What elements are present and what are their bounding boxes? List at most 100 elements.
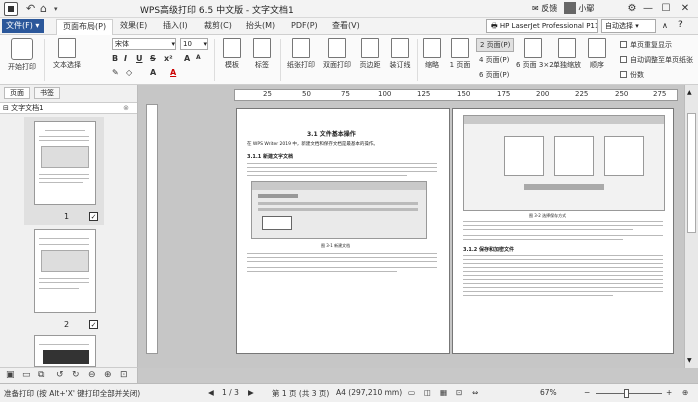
sidebar-toolbar: ▣ ▭ ⧉ ↺ ↻ ⊖ ⊕ ⊡ [0,367,138,383]
zoom-in-icon[interactable]: ⊕ [104,370,112,380]
ruler-label: 125 [417,90,431,98]
tab-crop[interactable]: 裁剪(C) [198,19,238,35]
view-split-icon[interactable]: ◫ [424,388,431,397]
quick-access-dropdown-icon[interactable]: ▾ [54,5,58,13]
page-thumbnail-3[interactable] [34,335,96,367]
paper-print-icon [292,38,310,58]
tab-insert[interactable]: 插入(I) [157,19,194,35]
layout-6-pages-3x2[interactable]: 6 页面 3×2 [516,38,554,70]
zoom-minus-icon[interactable]: − [584,388,590,397]
select-all-icon[interactable]: ▣ [6,370,15,380]
duplex-print-button[interactable]: 双面打印 [320,38,354,70]
close-button[interactable]: ✕ [677,1,693,16]
fit-page-icon[interactable]: ⊡ [120,370,128,380]
scroll-down-icon[interactable]: ▼ [687,357,692,364]
tab-view[interactable]: 查看(V) [326,19,366,35]
font-color-button[interactable]: A [170,68,176,77]
layout-2-pages[interactable]: 2 页面(P) [476,38,515,52]
help-icon[interactable]: ? [678,20,683,30]
text-effect-button[interactable]: A [150,68,156,77]
doc-tree-row[interactable]: ⊟ 文字文档1 ⊗ [0,102,137,114]
printer-select[interactable]: 🖶 HP LaserJet Professional P1108 [486,19,598,33]
bold-b-button[interactable]: B [112,54,118,63]
chk-repeat-header[interactable]: 单页重复显示 [620,40,672,50]
italic-button[interactable]: I [124,54,127,63]
strikethrough-button[interactable]: S [150,54,156,63]
order-button[interactable]: 顺序 [586,38,608,70]
scroll-thumb[interactable] [687,113,696,233]
highlight-button[interactable]: ✎ [112,68,119,77]
prev-page-button[interactable]: ◀ [208,388,214,397]
status-hint: 准备打印 (按 Alt+'X' 键打印全部并关闭) [4,389,141,398]
layout-6-pages[interactable]: 6 页面(P) [476,69,512,81]
binding-line-button[interactable]: 装订线 [386,38,414,70]
file-menu-button[interactable]: 文件(F) ▾ [2,19,44,33]
zoom-fit-icon[interactable]: ⊕ [682,388,688,397]
layout-4-pages[interactable]: 4 页面(P) [476,54,512,66]
view-grid-icon[interactable]: ▦ [440,388,447,397]
page-margin-button[interactable]: 页边距 [356,38,384,70]
page-thumbnail-1[interactable] [34,121,96,205]
collapse-ribbon-icon[interactable]: ∧ [662,21,668,30]
view-fit-icon[interactable]: ⊡ [456,388,462,397]
tab-pdf[interactable]: PDF(P) [285,19,324,35]
thumb-number-2: 2 [64,320,70,329]
zoom-slider-track[interactable] [596,393,662,394]
thumb-checkbox-1[interactable]: ✓ [89,212,98,221]
one-page-button[interactable]: 1 页面 [446,38,474,70]
chk-auto-adjust[interactable]: 自动调整至单页纸张 [620,55,696,65]
scroll-up-icon[interactable]: ▲ [687,89,692,96]
thumb-checkbox-2[interactable]: ✓ [89,320,98,329]
superscript-button[interactable]: x² [164,54,173,63]
bold-button[interactable]: A [184,54,190,63]
auto-select-dropdown[interactable]: 自动选择 ▾ [601,19,656,33]
clear-format-button[interactable]: ◇ [126,68,132,77]
underline-button[interactable]: U [136,54,143,63]
vertical-scrollbar[interactable]: ▲ ▼ [684,85,698,368]
view-normal-icon[interactable]: ▭ [408,388,415,397]
shrink-font-button[interactable]: A [196,54,201,61]
font-size-select[interactable]: 10 ▾ [180,38,208,50]
page-thumbnail-2[interactable] [34,229,96,313]
sidebar-tab-pages[interactable]: 页面 [4,87,30,99]
zoom-plus-icon[interactable]: + [666,388,672,397]
single-scale-button[interactable]: 单独缩放 [551,38,583,70]
next-page-button[interactable]: ▶ [248,388,254,397]
collapse-icon[interactable]: ⊟ [3,104,11,112]
sidebar-tab-bookmarks[interactable]: 书签 [34,87,60,99]
home-icon[interactable]: ⌂ [40,2,47,15]
page-nav: 1 / 3 [222,388,239,397]
paper-print-label: 纸张打印 [287,61,315,69]
menu-tab-bar: 文件(F) ▾ 页面布局(P) 效果(E) 插入(I) 裁剪(C) 抬头(M) … [0,18,698,35]
user-area[interactable]: ✉ 反馈 小鄢 [532,2,594,14]
tab-header[interactable]: 抬头(M) [240,19,281,35]
tab-page-layout[interactable]: 页面布局(P) [56,19,114,35]
page-setup-icon[interactable]: ▭ [22,370,31,380]
minimize-button[interactable]: — [640,1,656,16]
duplicate-icon[interactable]: ⧉ [38,370,44,380]
settings-icon[interactable]: ⚙ [624,1,640,16]
preview-page-1[interactable]: 3.1 文件基本操作 在 WPS Writer 2019 中，新建文档和保存文档… [236,108,450,354]
zoom-out-icon[interactable]: ⊖ [88,370,96,380]
label-label: 标签 [255,61,269,69]
rotate-right-icon[interactable]: ↻ [72,370,80,380]
text-select-button[interactable]: 文本选择 [50,38,84,70]
view-width-icon[interactable]: ⇔ [472,388,478,397]
shrink-button[interactable]: 缩略 [420,38,444,70]
paper-print-button[interactable]: 纸张打印 [284,38,318,70]
undo-icon[interactable]: ↶ [26,2,35,15]
preview-page-2[interactable]: 图 3-2 选择保存方式 3.1.2 保存和加密文件 [452,108,674,354]
font-name-select[interactable]: 宋体 ▾ [112,38,176,50]
start-print-button[interactable]: 开始打印 [5,38,39,72]
rotate-left-icon[interactable]: ↺ [56,370,64,380]
chk-copies[interactable]: 份数 [620,70,644,80]
maximize-button[interactable]: ☐ [658,1,674,16]
page2-caption: 图 3-2 选择保存方式 [529,213,567,218]
text-select-icon [58,38,76,58]
label-button[interactable]: 标签 [250,38,274,70]
close-doc-icon[interactable]: ⊗ [123,103,129,114]
tab-effect[interactable]: 效果(E) [114,19,153,35]
template-button[interactable]: 模板 [220,38,244,70]
shrink-icon [423,38,441,58]
zoom-slider-handle[interactable] [624,389,629,398]
